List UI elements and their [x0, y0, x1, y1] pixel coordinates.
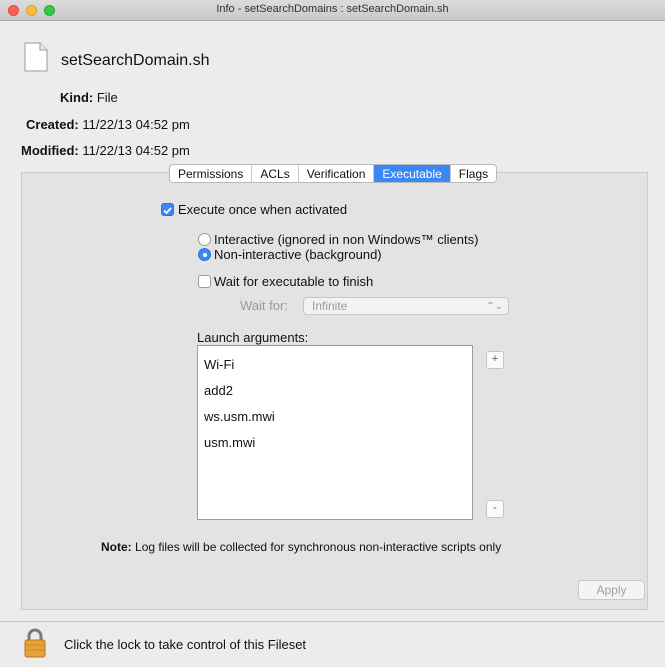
- execute-once-checkbox[interactable]: [161, 203, 174, 216]
- kind-value: File: [96, 90, 118, 105]
- created-label: Created:: [26, 117, 79, 132]
- checkmark-icon: [163, 207, 172, 215]
- list-item[interactable]: ws.usm.mwi: [204, 409, 275, 424]
- created-row: Created: 11/22/13 04:52 pm: [26, 117, 190, 132]
- interactive-radio[interactable]: [198, 233, 211, 246]
- execute-once-label[interactable]: Execute once when activated: [178, 202, 347, 217]
- kind-label: Kind:: [60, 90, 94, 105]
- tab-permissions[interactable]: Permissions: [170, 165, 253, 182]
- note-label: Note:: [101, 540, 132, 554]
- modified-row: Modified: 11/22/13 04:52 pm: [21, 143, 190, 158]
- wait-for-label: Wait for:: [240, 298, 288, 313]
- wait-for-value: Infinite: [312, 299, 348, 313]
- launch-args-label: Launch arguments:: [197, 330, 309, 345]
- modified-value: 11/22/13 04:52 pm: [82, 143, 190, 158]
- note-text: Note: Log files will be collected for sy…: [101, 540, 501, 554]
- apply-button[interactable]: Apply: [578, 580, 645, 600]
- tab-executable[interactable]: Executable: [374, 165, 451, 182]
- note-body: Log files will be collected for synchron…: [135, 540, 502, 554]
- kind-row: Kind: File: [60, 90, 118, 105]
- modified-label: Modified:: [21, 143, 79, 158]
- list-item[interactable]: add2: [204, 383, 233, 398]
- created-value: 11/22/13 04:52 pm: [82, 117, 190, 132]
- non-interactive-radio[interactable]: [198, 248, 211, 261]
- wait-checkbox[interactable]: [198, 275, 211, 288]
- lock-message: Click the lock to take control of this F…: [64, 637, 307, 652]
- wait-for-select[interactable]: Infinite ⌃⌄: [303, 297, 509, 315]
- add-argument-button[interactable]: +: [486, 351, 504, 369]
- document-icon: [24, 42, 48, 72]
- divider: [0, 621, 665, 622]
- remove-argument-button[interactable]: -: [486, 500, 504, 518]
- window-title: Info - setSearchDomains : setSearchDomai…: [216, 3, 449, 15]
- tab-flags[interactable]: Flags: [451, 165, 496, 182]
- tab-verification[interactable]: Verification: [299, 165, 375, 182]
- lock-icon[interactable]: [24, 628, 46, 658]
- list-item[interactable]: Wi-Fi: [204, 357, 234, 372]
- launch-args-list[interactable]: Wi-Fi add2 ws.usm.mwi usm.mwi: [197, 345, 473, 520]
- non-interactive-label[interactable]: Non-interactive (background): [214, 247, 382, 262]
- select-arrows-icon: ⌃⌄: [486, 301, 503, 312]
- list-item[interactable]: usm.mwi: [204, 435, 255, 450]
- wait-label[interactable]: Wait for executable to finish: [214, 274, 373, 289]
- title-bar: Info - setSearchDomains : setSearchDomai…: [0, 0, 665, 21]
- interactive-label[interactable]: Interactive (ignored in non Windows™ cli…: [214, 232, 478, 247]
- file-name: setSearchDomain.sh: [61, 52, 210, 69]
- tab-bar: Permissions ACLs Verification Executable…: [169, 164, 498, 183]
- tab-acls[interactable]: ACLs: [252, 165, 299, 182]
